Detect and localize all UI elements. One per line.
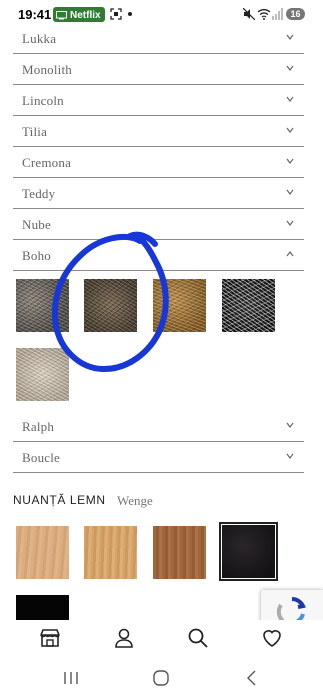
accordion-monolith[interactable]: Monolith — [13, 54, 304, 85]
wood-swatch-wenge[interactable] — [219, 522, 278, 581]
accordion-label: Nube — [22, 217, 51, 232]
boho-swatch-1[interactable] — [16, 279, 69, 332]
accordion-label: Cremona — [22, 155, 72, 170]
accordion-lukka[interactable]: Lukka — [13, 23, 304, 54]
signal-icon — [272, 8, 283, 20]
boho-swatch-3[interactable] — [153, 279, 206, 332]
battery-indicator: 16 — [286, 8, 305, 20]
chevron-down-icon — [286, 453, 294, 459]
home-icon[interactable] — [151, 668, 171, 688]
chevron-down-icon — [286, 96, 294, 102]
wood-swatch-2[interactable] — [84, 526, 137, 579]
wood-swatch-1[interactable] — [16, 526, 69, 579]
accordion-boucle[interactable]: Boucle — [13, 442, 304, 473]
chevron-down-icon — [286, 65, 294, 71]
wood-swatch-3[interactable] — [153, 526, 206, 579]
chevron-down-icon — [286, 422, 294, 428]
wifi-icon — [257, 9, 271, 20]
chevron-down-icon — [286, 189, 294, 195]
wood-swatch-5[interactable] — [16, 595, 69, 620]
dot-icon — [128, 12, 132, 16]
netflix-notification-badge[interactable]: Netflix — [53, 7, 105, 22]
system-navigation-bar — [0, 658, 323, 699]
accordion-label: Ralph — [22, 419, 55, 434]
wood-section-title: NUANȚĂ LEMN — [13, 493, 106, 507]
accordion-cremona[interactable]: Cremona — [13, 147, 304, 178]
accordion-label: Monolith — [22, 62, 72, 77]
accordion-boho[interactable]: Boho — [13, 240, 304, 271]
chevron-up-icon — [286, 251, 294, 257]
chevron-down-icon — [286, 127, 294, 133]
accordion-label: Teddy — [22, 186, 56, 201]
heart-icon[interactable] — [260, 626, 284, 650]
screenshot-icon — [110, 8, 122, 20]
user-icon[interactable] — [112, 626, 136, 650]
chevron-down-icon — [286, 158, 294, 164]
boho-swatch-2[interactable] — [84, 279, 137, 332]
accordion-lincoln[interactable]: Lincoln — [13, 85, 304, 116]
netflix-label: Netflix — [70, 9, 101, 21]
wood-selected-value: Wenge — [117, 493, 153, 508]
chevron-down-icon — [286, 34, 294, 40]
accordion-nube[interactable]: Nube — [13, 209, 304, 240]
back-icon[interactable] — [242, 668, 262, 688]
search-icon[interactable] — [186, 626, 210, 650]
screen-icon — [56, 10, 67, 19]
store-icon[interactable] — [38, 626, 62, 650]
boho-swatch-4[interactable] — [222, 279, 275, 332]
accordion-label: Boho — [22, 248, 51, 263]
accordion-tilia[interactable]: Tilia — [13, 116, 304, 147]
accordion-teddy[interactable]: Teddy — [13, 178, 304, 209]
accordion-label: Lincoln — [22, 93, 64, 108]
accordion-label: Tilia — [22, 124, 48, 139]
accordion-label: Lukka — [22, 31, 57, 46]
chevron-down-icon — [286, 220, 294, 226]
mute-icon — [243, 8, 255, 20]
bottom-navigation — [0, 620, 323, 658]
boho-swatch-5[interactable] — [16, 348, 69, 401]
status-time: 19:41 — [18, 7, 52, 22]
accordion-ralph[interactable]: Ralph — [13, 411, 304, 442]
wood-swatch-wenge-fill — [222, 525, 275, 578]
accordion-label: Boucle — [22, 450, 61, 465]
recent-apps-icon[interactable] — [61, 668, 81, 688]
